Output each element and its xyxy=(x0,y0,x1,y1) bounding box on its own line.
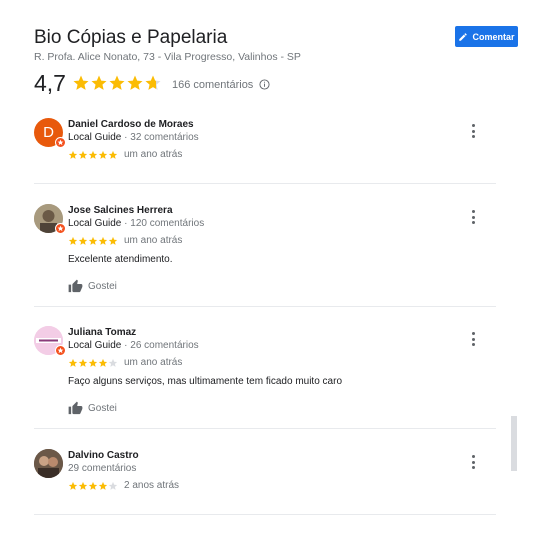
thumbs-up-icon xyxy=(68,401,83,415)
thumbs-up-icon xyxy=(68,279,83,293)
rating-stars xyxy=(72,74,162,92)
star-icon xyxy=(88,236,98,245)
star-icon xyxy=(98,236,108,245)
avatar[interactable] xyxy=(34,449,63,478)
review-stars xyxy=(68,150,118,160)
scrollbar[interactable] xyxy=(511,416,517,471)
local-guide-badge-icon xyxy=(55,137,66,148)
star-icon xyxy=(108,358,118,367)
star-icon xyxy=(98,358,108,367)
business-address: R. Profa. Alice Nonato, 73 - Vila Progre… xyxy=(34,51,301,63)
divider xyxy=(34,514,496,515)
review-date: um ano atrás xyxy=(124,357,183,368)
local-guide-label: Local Guide xyxy=(68,340,122,351)
more-options-icon[interactable] xyxy=(468,210,478,224)
pencil-icon xyxy=(459,32,468,41)
star-icon xyxy=(88,481,98,490)
review-stars xyxy=(68,358,118,368)
star-icon xyxy=(145,75,161,90)
divider xyxy=(34,306,496,307)
more-options-icon[interactable] xyxy=(468,332,478,346)
comment-button-label: Comentar xyxy=(472,31,515,42)
avatar[interactable]: D xyxy=(34,118,66,148)
reviewer-name[interactable]: Jose Salcines Herrera xyxy=(68,204,468,217)
like-label: Gostei xyxy=(88,403,117,414)
reviewer-comment-count: 26 comentários xyxy=(130,340,199,351)
reviewer-comment-count: 29 comentários xyxy=(68,463,137,474)
reviewer-meta: Local Guide · 26 comentários xyxy=(68,340,199,351)
review-date: um ano atrás xyxy=(124,235,183,246)
more-options-icon[interactable] xyxy=(468,455,478,469)
local-guide-label: Local Guide xyxy=(68,132,122,143)
review-text: Excelente atendimento. xyxy=(68,254,173,265)
star-icon xyxy=(78,236,88,245)
reviewer-meta: Local Guide · 120 comentários xyxy=(68,218,205,229)
local-guide-badge-icon xyxy=(55,223,66,234)
review-count[interactable]: 166 comentários xyxy=(172,79,253,91)
star-icon xyxy=(68,481,78,490)
star-icon xyxy=(78,150,88,159)
info-icon[interactable] xyxy=(259,79,270,90)
local-guide-label: Local Guide xyxy=(68,218,122,229)
star-icon xyxy=(68,150,78,159)
like-button[interactable]: Gostei xyxy=(68,279,468,294)
reviewer-name[interactable]: Juliana Tomaz xyxy=(68,326,468,339)
local-guide-badge-icon xyxy=(55,345,66,356)
reviewer-name[interactable]: Daniel Cardoso de Moraes xyxy=(68,118,468,131)
like-button[interactable]: Gostei xyxy=(68,401,468,416)
more-options-icon[interactable] xyxy=(468,124,478,138)
star-icon xyxy=(88,150,98,159)
star-icon xyxy=(127,75,143,90)
star-icon xyxy=(109,75,125,90)
divider xyxy=(34,428,496,429)
reviewer-name[interactable]: Dalvino Castro xyxy=(68,449,468,462)
avatar[interactable] xyxy=(34,204,66,234)
comment-button[interactable]: Comentar xyxy=(455,26,518,47)
star-icon xyxy=(108,236,118,245)
review-date: um ano atrás xyxy=(124,149,183,160)
star-icon xyxy=(98,150,108,159)
business-header: Bio Cópias e Papelaria R. Profa. Alice N… xyxy=(34,26,518,64)
reviewer-comment-count: 120 comentários xyxy=(130,218,205,229)
business-name: Bio Cópias e Papelaria xyxy=(34,27,228,48)
star-icon xyxy=(91,75,107,90)
star-icon xyxy=(108,481,118,490)
rating-summary: 4,7 166 comentários xyxy=(34,70,270,96)
star-icon xyxy=(73,75,89,90)
star-icon xyxy=(88,358,98,367)
profile-photo xyxy=(34,449,63,478)
review-stars xyxy=(68,481,118,491)
review-stars xyxy=(68,236,118,246)
reviewer-meta: Local Guide · 32 comentários xyxy=(68,132,199,143)
avatar[interactable] xyxy=(34,326,66,356)
star-icon xyxy=(78,481,88,490)
review-text: Faço alguns serviços, mas ultimamente te… xyxy=(68,376,342,387)
rating-value: 4,7 xyxy=(34,70,66,96)
star-icon xyxy=(108,150,118,159)
star-icon xyxy=(68,236,78,245)
star-icon xyxy=(68,358,78,367)
reviewer-comment-count: 32 comentários xyxy=(130,132,199,143)
star-icon xyxy=(98,481,108,490)
star-icon xyxy=(78,358,88,367)
divider xyxy=(34,183,496,184)
avatar-letter: D xyxy=(43,124,54,141)
like-label: Gostei xyxy=(88,281,117,292)
review-date: 2 anos atrás xyxy=(124,480,180,491)
